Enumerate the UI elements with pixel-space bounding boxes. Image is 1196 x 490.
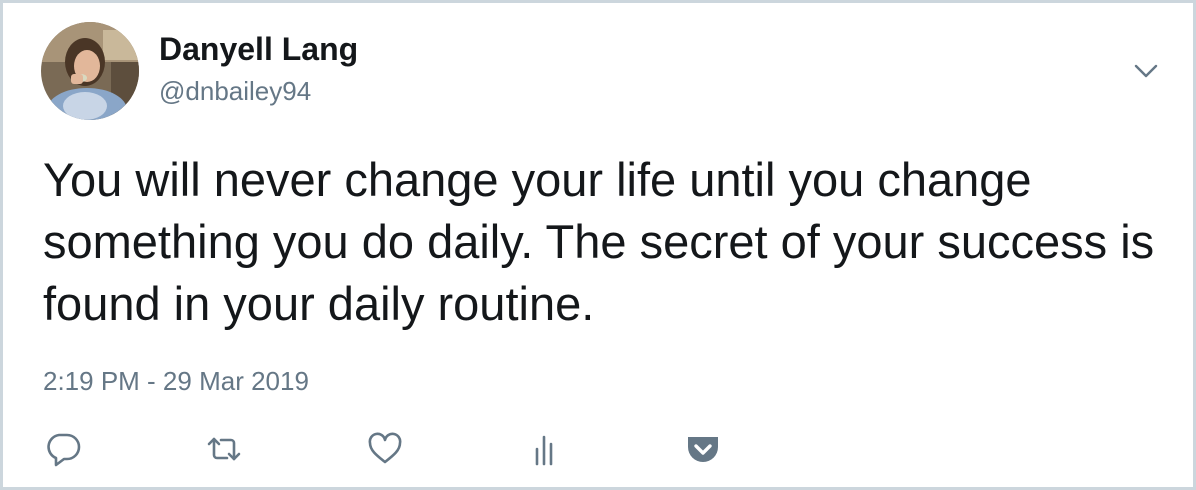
avatar-photo — [41, 22, 139, 120]
analytics-icon — [535, 435, 553, 466]
tweet-timestamp[interactable]: 2:19 PM - 29 Mar 2019 — [43, 365, 309, 397]
tweet-card: Danyell Lang @dnbailey94 You will never … — [0, 0, 1196, 490]
avatar[interactable] — [41, 22, 139, 120]
pocket-button[interactable] — [685, 431, 721, 467]
like-button[interactable] — [367, 431, 403, 467]
reply-button[interactable] — [47, 431, 83, 467]
author-handle[interactable]: @dnbailey94 — [159, 75, 311, 107]
author-name[interactable]: Danyell Lang — [159, 29, 358, 69]
retweet-icon — [207, 437, 241, 461]
tweet-text: You will never change your life until yo… — [43, 153, 1155, 330]
retweet-button[interactable] — [206, 431, 242, 467]
pocket-icon — [688, 437, 718, 462]
heart-icon — [368, 432, 402, 464]
chevron-down-icon[interactable] — [1128, 56, 1164, 86]
analytics-button[interactable] — [526, 431, 562, 467]
reply-icon — [47, 433, 81, 467]
